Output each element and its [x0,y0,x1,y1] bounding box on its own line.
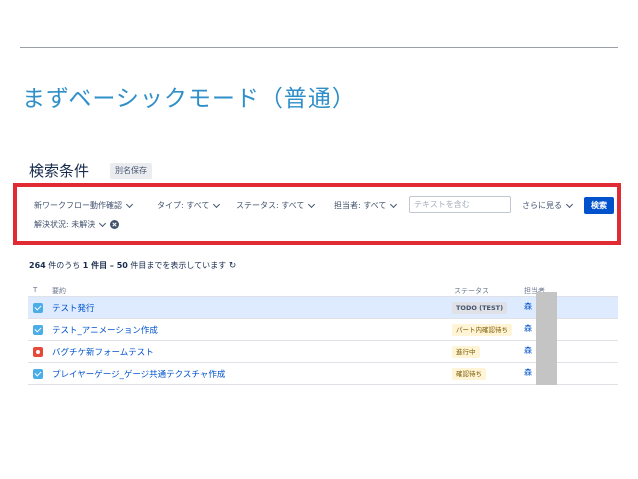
task-icon [33,325,43,335]
issue-summary[interactable]: テスト発行 [52,302,95,314]
chevron-down-icon [125,200,134,208]
task-icon [33,369,43,379]
resolution-filter[interactable]: 解決状況: 未解決 [34,219,120,230]
clear-icon[interactable] [110,220,120,229]
type-filter-label: タイプ: すべて [157,201,210,210]
chevron-down-icon [99,219,107,227]
status-filter[interactable]: ステータス: すべて [236,200,316,211]
status-badge: パート内確認待ち [452,324,512,336]
top-divider [20,47,618,48]
text-search-input[interactable]: テキストを含む [409,196,511,213]
result-range: 1 件目 – 50 [82,261,128,270]
task-icon [33,303,43,313]
status-filter-label: ステータス: すべて [236,201,305,210]
resolution-filter-label: 解決状況: 未解決 [34,220,96,229]
status-badge: 確認待ち [452,368,486,380]
project-filter[interactable]: 新ワークフロー動作確認 [34,200,134,211]
result-suffix: 件目までを表示しています [127,261,227,270]
assignee-filter[interactable]: 担当者: すべて [334,200,398,211]
save-as-button[interactable]: 別名保存 [110,163,152,179]
bug-icon [33,347,43,357]
assignee-filter-label: 担当者: すべて [334,201,387,210]
project-filter-label: 新ワークフロー動作確認 [34,201,122,210]
assignee[interactable]: 森 [524,301,532,312]
table-row[interactable]: バグチケ新フォームテスト 進行中 森 [28,341,618,363]
column-header-summary[interactable]: 要約 [52,286,66,296]
status-badge: 進行中 [452,346,480,358]
highlight-box [13,183,621,245]
chevron-down-icon [213,200,221,208]
result-mid: 件のうち [45,261,83,270]
table-row[interactable]: プレイヤーゲージ_ゲージ共通テクスチャ作成 確認待ち 森 [28,363,618,385]
issue-summary[interactable]: バグチケ新フォームテスト [52,346,154,358]
issue-summary[interactable]: テスト_アニメーション作成 [52,324,158,336]
assignee[interactable]: 森 [524,323,532,334]
slide-title: まずベーシックモード（普通） [22,86,356,112]
more-filters-button[interactable]: さらに見る [522,200,574,211]
table-row[interactable]: テスト_アニメーション作成 パート内確認待ち 森 [28,319,618,341]
chevron-down-icon [308,200,316,208]
chevron-down-icon [565,200,574,208]
issue-summary[interactable]: プレイヤーゲージ_ゲージ共通テクスチャ作成 [52,368,225,380]
more-filters-label: さらに見る [522,201,562,210]
result-count: 264 件のうち 1 件目 – 50 件目までを表示しています ↻ [29,260,236,271]
assignee[interactable]: 森 [524,367,532,378]
column-header-type[interactable]: T [33,286,37,294]
assignee[interactable]: 森 [524,345,532,356]
refresh-icon[interactable]: ↻ [229,261,237,271]
type-filter[interactable]: タイプ: すべて [157,200,221,211]
status-badge: TODO (TEST) [452,302,508,314]
column-header-status[interactable]: ステータス [454,286,489,296]
search-criteria-title: 検索条件 [29,162,90,180]
result-total: 264 [29,261,46,270]
table-row[interactable]: テスト発行 TODO (TEST) 森 [28,297,618,319]
chevron-down-icon [390,200,398,208]
redaction-block [536,292,557,385]
search-button[interactable]: 検索 [584,197,614,214]
